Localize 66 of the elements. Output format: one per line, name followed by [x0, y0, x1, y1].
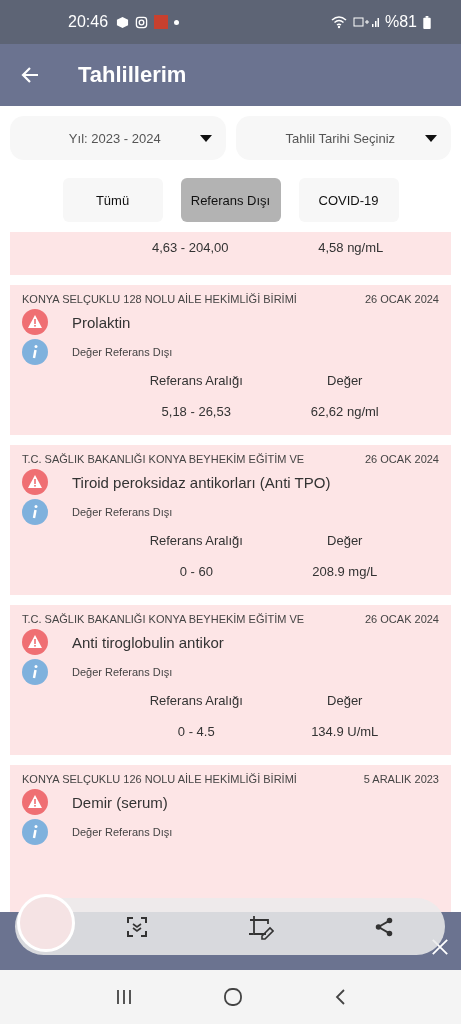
institution-name: T.C. SAĞLIK BAKANLIĞI KONYA BEYHEKİM EĞİTİM VE — [22, 613, 305, 625]
result-value: 4,58 ng/mL — [317, 240, 385, 255]
reference-range: 4,63 - 204,00 — [150, 240, 230, 255]
result-card[interactable]: 4,63 - 204,00 4,58 ng/mL — [10, 232, 451, 275]
caret-icon — [425, 134, 437, 142]
scroll-capture-icon[interactable] — [124, 914, 149, 939]
result-card[interactable]: T.C. SAĞLIK BAKANLIĞI KONYA BEYHEKİM EĞİTİM VE 26 OCAK 2024 Tiroid peroksidaz antikorları (Anti TPO) Değer Referans Dışı Referans Aralığı Değer 0 - 60 208.9 mg/L — [10, 445, 451, 595]
range-label: Referans Aralığı — [148, 373, 244, 388]
value-label: Değer — [326, 373, 364, 388]
test-name: Prolaktin — [72, 313, 131, 331]
battery-icon — [423, 15, 431, 29]
test-name: Demir (serum) — [72, 793, 168, 811]
camera-icon — [135, 15, 149, 29]
signal-icon — [352, 15, 379, 29]
result-value: 134.9 U/mL — [310, 724, 380, 739]
institution-name: KONYA SELÇUKLU 126 NOLU AİLE HEKİMLİĞİ BİRİMİ — [22, 773, 297, 785]
value-label: Değer — [326, 533, 364, 548]
home-icon[interactable] — [223, 987, 244, 1007]
warning-icon — [22, 789, 48, 815]
wifi-icon — [330, 15, 347, 29]
institution-name: KONYA SELÇUKLU 128 NOLU AİLE HEKİMLİĞİ BİRİMİ — [22, 293, 297, 305]
dropdown-field[interactable]: Tahlil Tarihi Seçiniz — [235, 116, 451, 160]
reference-range: 0 - 4.5 — [176, 724, 216, 739]
result-card[interactable]: T.C. SAĞLIK BAKANLIĞI KONYA BEYHEKİM EĞİTİM VE 26 OCAK 2024 Anti tiroglobulin antikor Değer Referans Dışı Referans Aralığı Değer 0 - 4.5 134.9 U/mL — [10, 605, 451, 755]
range-label: Referans Aralığı — [148, 693, 244, 708]
status-text: Değer Referans Dışı — [72, 826, 173, 838]
result-card[interactable]: KONYA SELÇUKLU 126 NOLU AİLE HEKİMLİĞİ BİRİMİ 5 ARALIK 2023 Demir (serum) Değer Referans Dışı — [10, 765, 451, 912]
result-card[interactable]: KONYA SELÇUKLU 128 NOLU AİLE HEKİMLİĞİ BİRİMİ 26 OCAK 2024 Prolaktin Değer Referans Dışı Referans Aralığı Değer 5,18 - 26,53 62,62 ng/ml — [10, 285, 451, 435]
reference-range: 0 - 60 — [178, 564, 214, 579]
back-button[interactable] — [20, 65, 40, 85]
recent-apps-icon[interactable] — [115, 988, 134, 1006]
range-label: Referans Aralığı — [148, 533, 244, 548]
crop-edit-icon[interactable] — [248, 913, 274, 940]
status-text: Değer Referans Dışı — [72, 506, 173, 518]
result-value: 62,62 ng/ml — [309, 404, 380, 419]
filter-tab[interactable]: Referans Dışı — [180, 178, 281, 222]
battery-percent: %81 — [384, 13, 417, 31]
result-date: 26 OCAK 2024 — [365, 613, 439, 625]
info-icon — [22, 339, 48, 365]
reference-range: 5,18 - 26,53 — [160, 404, 232, 419]
test-name: Anti tiroglobulin antikor — [72, 633, 224, 651]
info-icon — [22, 659, 48, 685]
box-icon — [116, 15, 130, 29]
warning-icon — [22, 469, 48, 495]
page-title: Tahlillerim — [78, 62, 187, 88]
result-date: 5 ARALIK 2023 — [363, 773, 439, 785]
result-value: 208.9 mg/L — [311, 564, 379, 579]
status-text: Değer Referans Dışı — [72, 666, 173, 678]
filter-tab[interactable]: COVID-19 — [298, 178, 399, 222]
caret-icon — [199, 134, 212, 142]
warning-icon — [22, 629, 48, 655]
app-icon — [154, 15, 169, 29]
test-name: Tiroid peroksidaz antikorları (Anti TPO) — [72, 473, 331, 491]
status-time: 20:46 — [68, 13, 109, 31]
institution-name: T.C. SAĞLIK BAKANLIĞI KONYA BEYHEKİM EĞİTİM VE — [22, 453, 305, 465]
warning-icon — [22, 309, 48, 335]
result-date: 26 OCAK 2024 — [365, 453, 439, 465]
status-text: Değer Referans Dışı — [72, 346, 173, 358]
info-icon — [22, 499, 48, 525]
result-date: 26 OCAK 2024 — [365, 293, 439, 305]
value-label: Değer — [326, 693, 364, 708]
back-icon[interactable] — [333, 988, 346, 1006]
info-icon — [22, 819, 48, 845]
dot-icon — [174, 19, 180, 25]
dropdown-field[interactable]: Yıl: 2023 - 2024 — [10, 116, 226, 160]
filter-tab[interactable]: Tümü — [62, 178, 163, 222]
